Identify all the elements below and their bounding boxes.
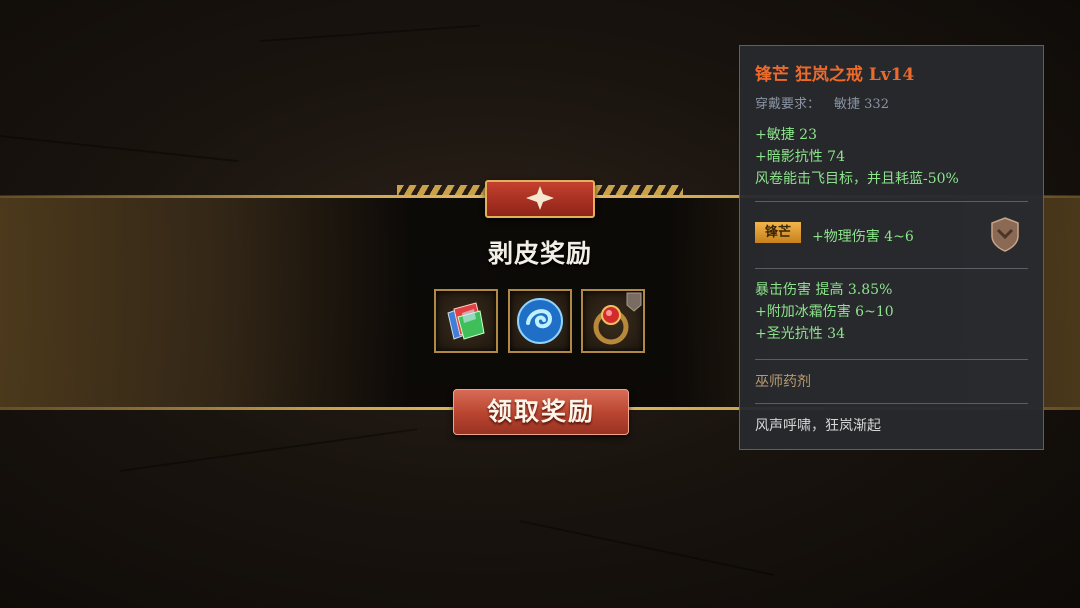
shield-icon <box>991 217 1019 252</box>
item-name: 锋芒 狂岚之戒 Lv14 <box>755 65 915 85</box>
reward-item-slot[interactable] <box>581 289 645 353</box>
claim-reward-button[interactable]: 领取奖励 <box>453 389 629 435</box>
reward-item-slot[interactable] <box>434 289 498 353</box>
cross-icon <box>526 186 554 210</box>
requirement-row: 穿戴要求： 敏捷 332 <box>755 93 889 112</box>
extra-stat: +附加冰霜伤害 6~10 <box>755 304 894 320</box>
badge-stat: +物理伤害 4~6 <box>812 229 914 245</box>
background-crack <box>119 428 418 472</box>
ribbon-emblem <box>485 180 595 218</box>
section-label: 巫师药剂 <box>755 374 811 390</box>
item-tooltip: 锋芒 狂岚之戒 Lv14 穿戴要求： 敏捷 332 +敏捷 23 +暗影抗性 74… <box>739 45 1044 450</box>
reward-title: 剥皮奖励 <box>487 239 592 268</box>
base-stat: 风卷能击飞目标，并且耗蓝-50% <box>755 171 959 187</box>
crystal-cards-icon <box>447 302 485 340</box>
extra-stat: +圣光抗性 34 <box>755 326 845 342</box>
base-stat: +敏捷 23 <box>755 127 817 143</box>
divider <box>755 201 1028 202</box>
red-gem-ring-icon <box>593 292 642 345</box>
right-ornament <box>583 185 683 195</box>
base-stat: +暗影抗性 74 <box>755 149 845 165</box>
divider <box>755 359 1028 360</box>
background-crack <box>259 24 480 42</box>
reward-item-slot[interactable] <box>508 289 572 353</box>
left-ornament <box>397 185 497 195</box>
divider <box>755 268 1028 269</box>
extra-stat: 暴击伤害 提高 3.85% <box>755 282 893 298</box>
background-crack <box>0 135 239 163</box>
requirement-value: 敏捷 332 <box>834 97 889 112</box>
requirement-label: 穿戴要求： <box>755 97 821 112</box>
blue-swirl-orb-icon <box>517 298 563 344</box>
quality-badge: 锋芒 <box>755 222 801 243</box>
flavor-text: 风声呼啸，狂岚渐起 <box>755 418 881 434</box>
background-crack <box>519 520 775 577</box>
divider <box>755 403 1028 404</box>
